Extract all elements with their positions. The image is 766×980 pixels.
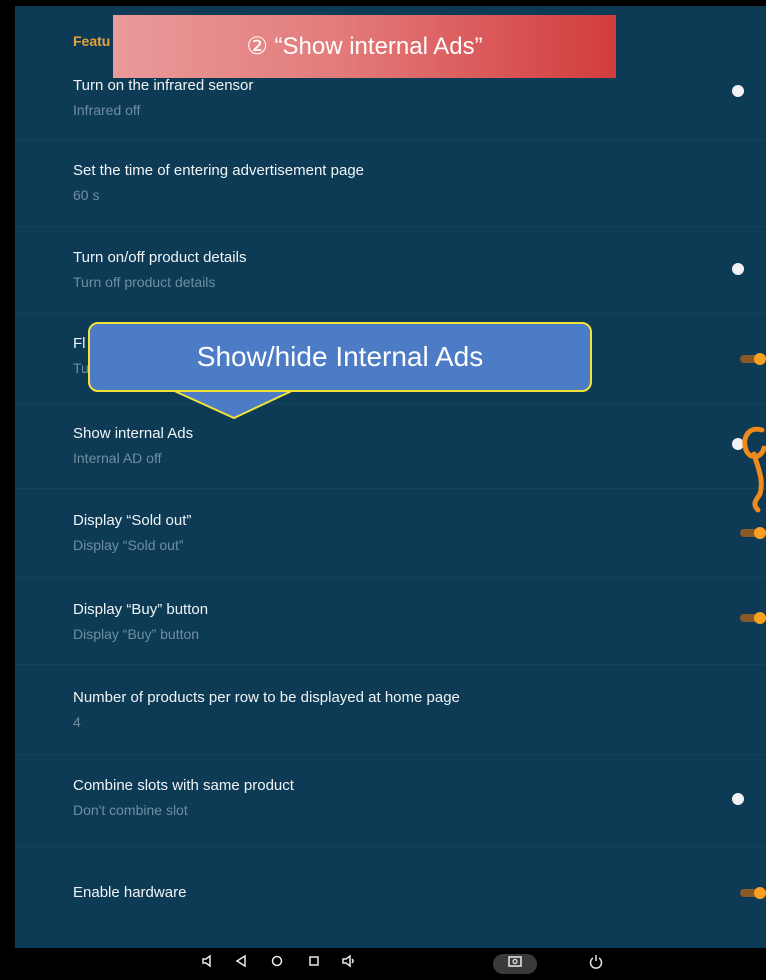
setting-title: Combine slots with same product bbox=[73, 777, 294, 794]
divider bbox=[15, 577, 766, 578]
setting-subtitle: Internal AD off bbox=[73, 450, 162, 466]
back-icon[interactable] bbox=[230, 954, 252, 974]
setting-title: Enable hardware bbox=[73, 884, 187, 901]
setting-title: Number of products per row to be display… bbox=[73, 689, 460, 706]
buy-button-toggle[interactable] bbox=[732, 612, 766, 624]
navigation-bar bbox=[15, 948, 766, 980]
power-icon[interactable] bbox=[585, 954, 607, 974]
divider bbox=[15, 488, 766, 489]
setting-combine-slots[interactable]: Combine slots with same product Don't co… bbox=[73, 776, 766, 820]
setting-buy-button[interactable]: Display “Buy” button Display “Buy” butto… bbox=[73, 600, 766, 644]
screenshot-icon[interactable] bbox=[493, 954, 537, 974]
toggle-thumb bbox=[754, 887, 766, 899]
setting-title: Display “Sold out” bbox=[73, 512, 192, 529]
recents-icon[interactable] bbox=[303, 954, 325, 974]
toggle-thumb bbox=[754, 612, 766, 624]
divider bbox=[15, 846, 766, 847]
annotation-callout: Show/hide Internal Ads bbox=[88, 322, 592, 392]
highlight-mark bbox=[742, 426, 766, 513]
setting-title: Display “Buy” button bbox=[73, 601, 209, 618]
setting-subtitle: Display “Sold out” bbox=[73, 537, 184, 553]
enable-hardware-toggle[interactable] bbox=[732, 887, 766, 899]
toggle-thumb bbox=[754, 527, 766, 539]
sold-out-toggle[interactable] bbox=[732, 527, 766, 539]
setting-subtitle: Don't combine slot bbox=[73, 802, 188, 818]
setting-show-internal-ads[interactable]: Show internal Ads Internal AD off bbox=[73, 424, 766, 468]
setting-enable-hardware[interactable]: Enable hardware bbox=[73, 883, 766, 903]
divider bbox=[15, 664, 766, 665]
setting-products-per-row[interactable]: Number of products per row to be display… bbox=[73, 688, 766, 732]
toggle-thumb bbox=[732, 793, 744, 805]
setting-title: Show internal Ads bbox=[73, 425, 194, 442]
speaker-high-icon[interactable] bbox=[338, 954, 360, 974]
setting-subtitle: Display “Buy” button bbox=[73, 626, 200, 642]
speaker-low-icon[interactable] bbox=[197, 954, 219, 974]
divider bbox=[15, 754, 766, 755]
combine-slots-toggle[interactable] bbox=[730, 793, 764, 805]
home-icon[interactable] bbox=[266, 954, 288, 974]
setting-sold-out[interactable]: Display “Sold out” Display “Sold out” bbox=[73, 511, 766, 555]
setting-subtitle: 4 bbox=[73, 714, 81, 730]
